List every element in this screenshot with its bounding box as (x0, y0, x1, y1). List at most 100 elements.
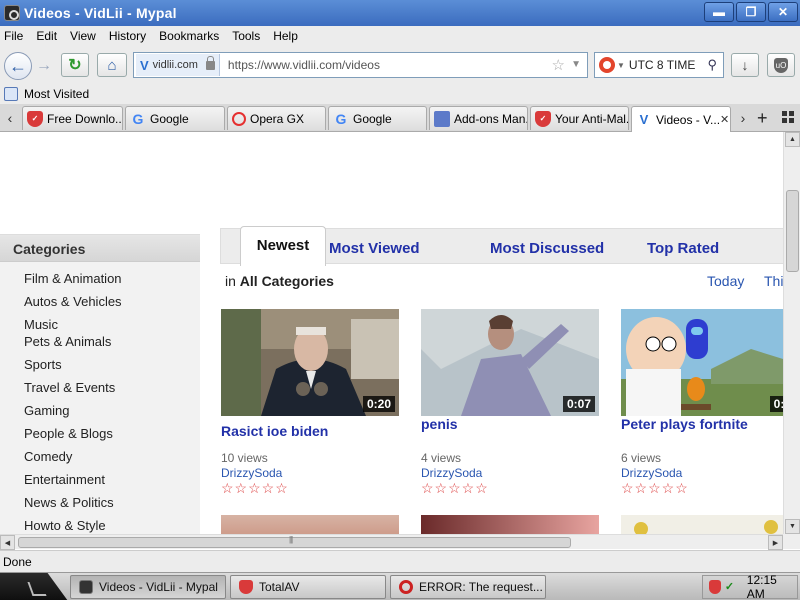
minimize-button[interactable]: ▬ (704, 2, 734, 22)
tab-most-discussed[interactable]: Most Discussed (490, 240, 604, 257)
video-uploader-link[interactable]: DrizzySoda (621, 466, 682, 480)
search-icon[interactable]: ⚲ (707, 57, 717, 73)
scroll-right-icon[interactable]: ▶ (768, 535, 783, 550)
address-bar[interactable]: V vidlii.com https://www.vidlii.com/vide… (133, 52, 588, 78)
ublock-shield-icon: uO (774, 57, 788, 73)
category-link[interactable]: Travel & Events (24, 380, 115, 395)
categories-sidebar: Categories Film & Animation Autos & Vehi… (0, 234, 200, 534)
category-link[interactable]: People & Blogs (24, 426, 113, 441)
menu-bar: File Edit View History Bookmarks Tools H… (0, 26, 800, 46)
taskbar-item-label: ERROR: The request... (419, 580, 543, 594)
video-title-link[interactable]: Peter plays fortnite (621, 416, 748, 432)
video-title-link[interactable]: penis (421, 416, 458, 432)
search-engine-dropdown-icon[interactable]: ▼ (617, 61, 625, 70)
tab-most-viewed[interactable]: Most Viewed (329, 240, 420, 257)
video-thumbnail-partial[interactable] (421, 515, 599, 534)
tab-scroll-right-icon[interactable]: › (734, 108, 752, 128)
category-link[interactable]: Gaming (24, 403, 70, 418)
video-thumbnail[interactable]: 0:20 (221, 309, 399, 416)
category-link[interactable]: Entertainment (24, 472, 105, 487)
start-button[interactable] (0, 573, 68, 600)
scroll-up-icon[interactable]: ▲ (785, 132, 800, 147)
tab-label: Videos - V... (656, 112, 721, 127)
category-link[interactable]: News & Politics (24, 495, 114, 510)
taskbar-item-error[interactable]: ERROR: The request... (390, 575, 546, 599)
network-tray-icon[interactable]: ✓ (725, 580, 739, 594)
downloads-button[interactable]: ↓ (731, 53, 759, 77)
vidlii-favicon-icon: V (140, 57, 149, 73)
menu-history[interactable]: History (109, 29, 146, 43)
filter-today[interactable]: Today (707, 273, 744, 289)
video-uploader-link[interactable]: DrizzySoda (221, 466, 282, 480)
tab-scroll-left-icon[interactable]: ‹ (1, 108, 19, 128)
category-link[interactable]: Autos & Vehicles (24, 294, 122, 309)
reload-button[interactable]: ↻ (61, 53, 89, 77)
vertical-scrollbar[interactable]: ▲ ▼ (783, 132, 800, 534)
category-link[interactable]: Comedy (24, 449, 72, 464)
tab-google-2[interactable]: G Google (328, 106, 427, 130)
tab-top-rated[interactable]: Top Rated (647, 240, 719, 257)
horizontal-scroll-thumb[interactable] (18, 535, 571, 548)
clock[interactable]: 12:15 AM (747, 573, 797, 600)
tab-label: Free Downlo... (47, 111, 123, 126)
scrollbar-corner (783, 534, 800, 549)
categories-heading: Categories (0, 235, 200, 262)
bookmark-star-icon[interactable]: ☆ (552, 56, 565, 74)
back-button[interactable]: ← (4, 52, 32, 80)
vertical-scroll-thumb[interactable] (786, 190, 799, 272)
close-button[interactable]: ✕ (768, 2, 798, 22)
menu-bookmarks[interactable]: Bookmarks (159, 29, 219, 43)
close-tab-icon[interactable]: ✕ (720, 113, 729, 126)
video-thumbnail-partial[interactable] (221, 515, 399, 534)
bookmark-most-visited[interactable]: Most Visited (24, 87, 89, 101)
scroll-down-icon[interactable]: ▼ (785, 519, 800, 534)
tab-videos-vidlii[interactable]: V Videos - V... ✕ (631, 106, 731, 132)
video-card: 0:1 Peter plays fortnite 6 views DrizzyS… (621, 309, 783, 496)
shield-icon: ✓ (27, 110, 43, 127)
video-thumbnail-partial[interactable] (621, 515, 783, 534)
window-title-bar[interactable]: Videos - VidLii - Mypal ▬ ❐ ✕ (0, 0, 800, 26)
menu-edit[interactable]: Edit (36, 29, 57, 43)
totalav-tray-icon[interactable] (709, 580, 721, 594)
tab-opera-gx[interactable]: Opera GX (227, 106, 326, 130)
taskbar-item-mypal[interactable]: Videos - VidLii - Mypal (70, 575, 226, 599)
video-title-link[interactable]: Rasict ioe biden (221, 423, 328, 439)
category-link[interactable]: Sports (24, 357, 62, 372)
video-thumbnail[interactable]: 0:1 (621, 309, 783, 416)
url-text[interactable]: https://www.vidlii.com/videos (228, 58, 380, 72)
url-history-dropdown-icon[interactable]: ▼ (571, 59, 581, 70)
category-link[interactable]: Film & Animation (24, 271, 122, 286)
all-tabs-icon[interactable] (782, 111, 794, 123)
category-link[interactable]: Howto & Style (24, 518, 106, 533)
tab-newest[interactable]: Newest (240, 226, 326, 266)
mypal-app-icon[interactable] (4, 5, 20, 21)
search-box[interactable]: ▼ UTC 8 TIME ⚲ (594, 52, 724, 78)
home-button[interactable]: ⌂ (97, 53, 127, 77)
menu-file[interactable]: File (4, 29, 23, 43)
search-input[interactable]: UTC 8 TIME (629, 58, 695, 72)
category-link[interactable]: Pets & Animals (24, 334, 111, 349)
maximize-button[interactable]: ❐ (736, 2, 766, 22)
new-tab-icon[interactable]: + (757, 108, 768, 129)
site-identity-button[interactable]: V vidlii.com (136, 54, 220, 76)
tab-free-downloads[interactable]: ✓ Free Downlo... (22, 106, 123, 130)
video-duration: 0:07 (562, 396, 595, 412)
taskbar-item-totalav[interactable]: TotalAV (230, 575, 386, 599)
tab-anti-malware[interactable]: ✓ Your Anti-Mal... (530, 106, 629, 130)
tab-addons-manager[interactable]: Add-ons Man... (429, 106, 528, 130)
search-engine-icon[interactable] (599, 57, 615, 73)
forward-button[interactable]: → (33, 57, 55, 75)
category-link[interactable]: Music (24, 317, 58, 332)
filter-this[interactable]: Thi (764, 273, 783, 289)
video-uploader-link[interactable]: DrizzySoda (421, 466, 482, 480)
ublock-button[interactable]: uO (767, 53, 795, 77)
horizontal-scrollbar[interactable]: ◀ ▶ (0, 534, 783, 550)
tab-google[interactable]: G Google (125, 106, 225, 130)
video-thumbnail[interactable]: 0:07 (421, 309, 599, 416)
video-sort-tabs: Newest Most Viewed Most Discussed Top Ra… (220, 226, 783, 266)
mypal-icon (79, 580, 93, 594)
menu-help[interactable]: Help (273, 29, 298, 43)
menu-tools[interactable]: Tools (232, 29, 260, 43)
menu-view[interactable]: View (70, 29, 96, 43)
scroll-left-icon[interactable]: ◀ (0, 535, 15, 550)
